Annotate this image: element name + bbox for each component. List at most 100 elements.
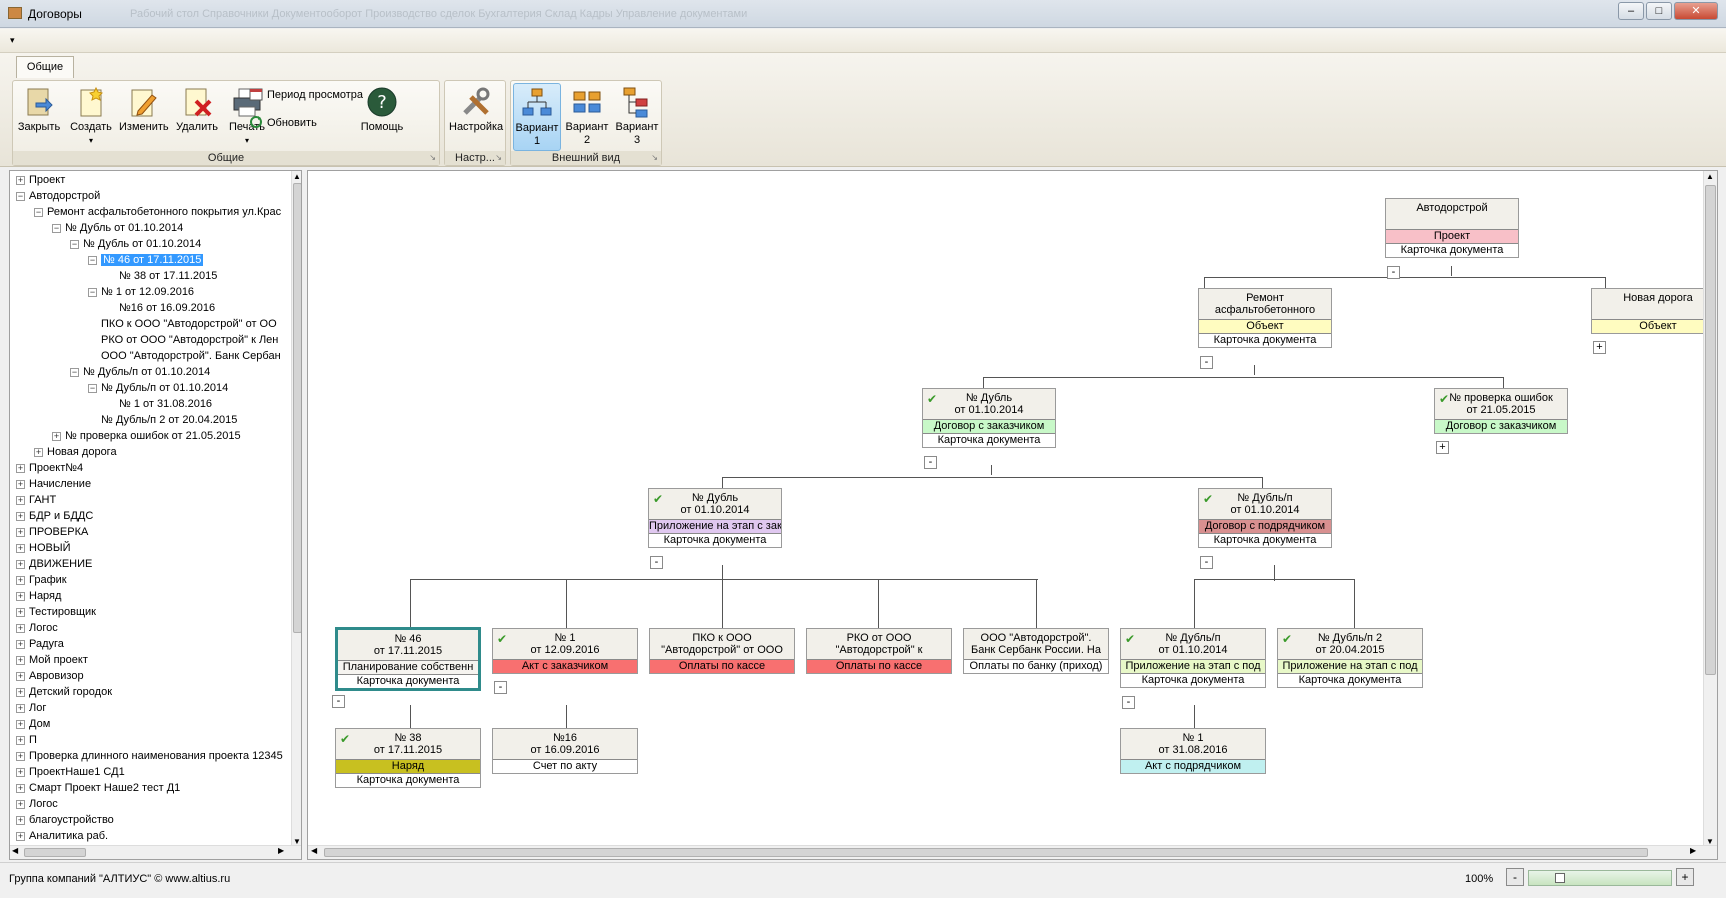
expand-icon[interactable]: + (16, 592, 25, 601)
expand-icon[interactable]: + (16, 640, 25, 649)
scroll-right-arrow[interactable]: ▶ (278, 846, 284, 855)
tree-horizontal-scrollbar[interactable]: ◀ ▶ (10, 845, 301, 859)
expand-icon[interactable]: + (16, 784, 25, 793)
tree-item[interactable]: − № Дубль/п от 01.10.2014 (70, 364, 210, 380)
tree-item[interactable]: − № Дубль от 01.10.2014 (52, 220, 183, 236)
maximize-button[interactable]: □ (1646, 2, 1672, 20)
close-button[interactable]: Закрыть (15, 83, 63, 151)
tree-item[interactable]: + Проект (16, 172, 65, 188)
create-button[interactable]: Создать ▾ (67, 83, 115, 151)
expand-icon[interactable]: + (16, 688, 25, 697)
collapse-icon[interactable]: − (16, 192, 25, 201)
collapse-node-icon[interactable]: - (1200, 556, 1213, 569)
expand-icon[interactable]: + (16, 768, 25, 777)
document-card-link[interactable]: Карточка документа (1386, 243, 1518, 257)
expand-icon[interactable]: + (16, 576, 25, 585)
edit-button[interactable]: Изменить (119, 83, 169, 151)
document-card-link[interactable]: Карточка документа (1199, 333, 1331, 347)
tab-general[interactable]: Общие (16, 56, 74, 78)
document-node[interactable]: № Дубль от 01.10.2014 ✔ Приложение на этап… (648, 488, 782, 548)
zoom-in-button[interactable]: + (1676, 868, 1694, 886)
expand-node-icon[interactable]: + (1593, 341, 1606, 354)
document-node[interactable]: № 46 от 17.11.2015 Планирование собственн… (335, 627, 481, 691)
document-card-link[interactable]: Карточка документа (338, 674, 478, 688)
expand-icon[interactable]: + (16, 752, 25, 761)
canvas-hscroll-thumb[interactable] (324, 848, 1648, 857)
delete-button[interactable]: Удалить (173, 83, 221, 151)
document-node[interactable]: ООО "Автодорстрой". Банк Сербанк России.… (963, 628, 1109, 674)
expand-icon[interactable]: + (16, 720, 25, 729)
expand-icon[interactable]: + (52, 432, 61, 441)
canvas-horizontal-scrollbar[interactable]: ◀ ▶ (308, 845, 1717, 859)
tree-item[interactable]: № 38 от 17.11.2015 (106, 268, 217, 284)
expand-icon[interactable]: + (34, 448, 43, 457)
expand-icon[interactable]: + (16, 480, 25, 489)
document-node[interactable]: № Дубль/п от 01.10.2014 ✔ Договор с подряд… (1198, 488, 1332, 548)
tree-item[interactable]: ООО "Автодорстрой". Банк Сербан (88, 348, 281, 364)
minimize-button[interactable]: – (1618, 2, 1644, 20)
expand-icon[interactable]: + (16, 176, 25, 185)
tree-item[interactable]: + НОВЫЙ (16, 540, 70, 556)
document-card-link[interactable]: Карточка документа (1199, 533, 1331, 547)
document-node[interactable]: № 38 от 17.11.2015 ✔ Наряд Карточка докумен… (335, 728, 481, 788)
tree-item[interactable]: № Дубль/п 2 от 20.04.2015 (88, 412, 237, 428)
collapse-icon[interactable]: − (88, 256, 97, 265)
collapse-icon[interactable]: − (88, 384, 97, 393)
document-node[interactable]: ПКО к ООО "Автодорстрой" от ООО Оплаты по… (649, 628, 795, 674)
tree-item[interactable]: + Логос (16, 620, 58, 636)
collapse-node-icon[interactable]: - (650, 556, 663, 569)
variant2-button[interactable]: Вариант 2 (563, 83, 611, 151)
tree-item[interactable]: + ПРОВЕРКА (16, 524, 88, 540)
document-card-link[interactable]: Карточка документа (1278, 673, 1422, 687)
document-node[interactable]: № 1 от 12.09.2016 ✔ Акт с заказчиком (492, 628, 638, 674)
settings-button[interactable]: Настройка (449, 83, 503, 151)
collapse-node-icon[interactable]: - (1200, 356, 1213, 369)
expand-icon[interactable]: + (16, 656, 25, 665)
tree-item[interactable]: №16 от 16.09.2016 (106, 300, 215, 316)
tree-item[interactable]: − Автодорстрой (16, 188, 100, 204)
tree-item[interactable]: + ПроектНаше1 СД1 (16, 764, 125, 780)
tree-item[interactable]: + Мой проект (16, 652, 88, 668)
tree-item[interactable]: + Новая дорога (34, 444, 117, 460)
close-window-button[interactable]: ✕ (1674, 2, 1718, 20)
collapse-icon[interactable]: − (34, 208, 43, 217)
collapse-icon[interactable]: − (52, 224, 61, 233)
tree-item[interactable]: + № проверка ошибок от 21.05.2015 (52, 428, 241, 444)
document-node[interactable]: № Дубль/п от 01.10.2014 ✔ Приложение на эт… (1120, 628, 1266, 688)
canvas-scroll-right-arrow[interactable]: ▶ (1690, 846, 1696, 855)
variant3-button[interactable]: Вариант 3 (613, 83, 661, 151)
collapse-icon[interactable]: − (70, 240, 79, 249)
qat-dropdown-icon[interactable]: ▾ (10, 35, 15, 46)
expand-icon[interactable]: + (16, 816, 25, 825)
expand-icon[interactable]: + (16, 800, 25, 809)
tree-vscroll-thumb[interactable] (293, 183, 301, 633)
period-button[interactable]: Период просмотра (249, 85, 363, 105)
document-node[interactable]: №16 от 16.09.2016 Счет по акту (492, 728, 638, 774)
tree-item[interactable]: + ГАНТ (16, 492, 56, 508)
document-node[interactable]: № проверка ошибок от 21.05.2015 ✔ Договор … (1434, 388, 1568, 434)
tree-item[interactable]: + Детский городок (16, 684, 112, 700)
document-node[interactable]: Ремонт асфальтобетонного Объект Карточка д… (1198, 288, 1332, 348)
collapse-node-icon[interactable]: - (1387, 266, 1400, 279)
tree-hscroll-thumb[interactable] (24, 848, 86, 857)
tree-item[interactable]: + Смарт Проект Наше2 тест Д1 (16, 780, 180, 796)
tree-item[interactable]: + ДВИЖЕНИЕ (16, 556, 92, 572)
tree-item[interactable]: − № 46 от 17.11.2015 (88, 252, 204, 268)
document-node[interactable]: № 1 от 31.08.2016 Акт с подрядчиком (1120, 728, 1266, 774)
expand-icon[interactable]: + (16, 736, 25, 745)
canvas-scroll-up-arrow[interactable]: ▲ (1706, 172, 1714, 181)
expand-icon[interactable]: + (16, 608, 25, 617)
tree-item[interactable]: + Логос (16, 796, 58, 812)
canvas-scroll-left-arrow[interactable]: ◀ (311, 846, 317, 855)
tree-item[interactable]: + Наряд (16, 588, 61, 604)
expand-icon[interactable]: + (16, 496, 25, 505)
expand-icon[interactable]: + (16, 464, 25, 473)
tree-item[interactable]: + Радуга (16, 636, 64, 652)
tree-item[interactable]: + Лог (16, 700, 46, 716)
help-button[interactable]: ? Помощь (358, 83, 406, 151)
canvas-vscroll-thumb[interactable] (1705, 185, 1716, 675)
document-card-link[interactable]: Карточка документа (649, 533, 781, 547)
scroll-up-arrow[interactable]: ▲ (293, 172, 301, 181)
collapse-node-icon[interactable]: - (332, 695, 345, 708)
tree-item[interactable]: − № Дубль/п от 01.10.2014 (88, 380, 228, 396)
